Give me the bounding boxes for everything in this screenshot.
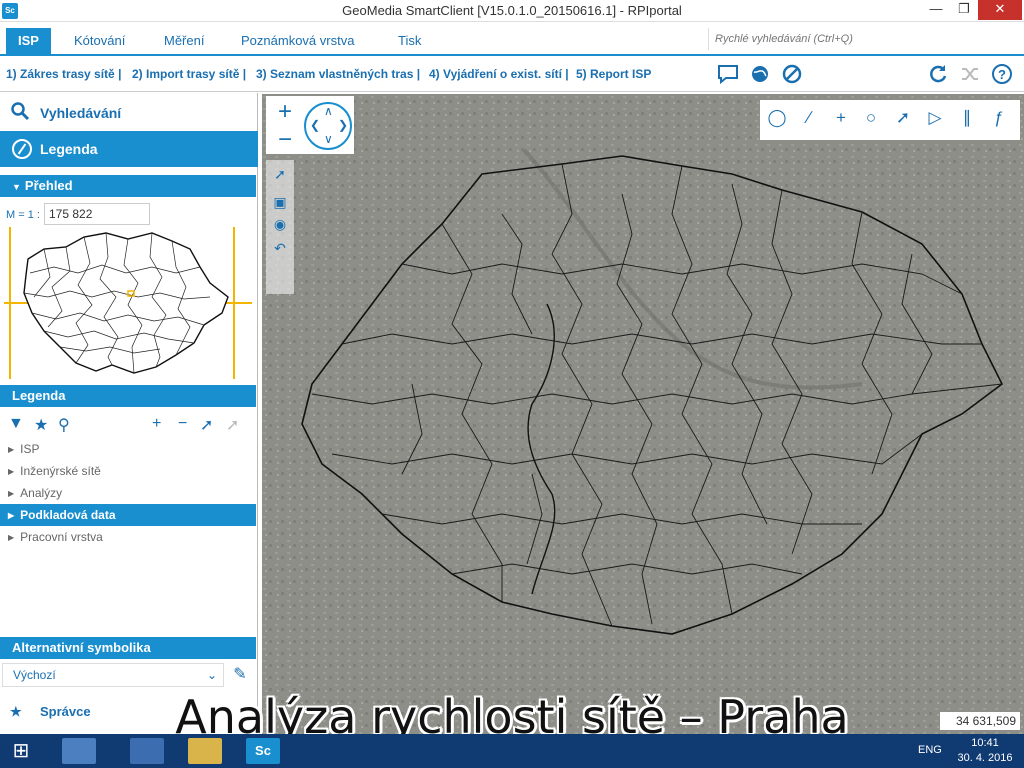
app-icon-2[interactable] — [130, 738, 164, 764]
select-visible-icon[interactable]: ➚ — [200, 415, 213, 435]
star-icon[interactable]: ★ — [34, 415, 48, 435]
cancel-icon[interactable] — [780, 62, 804, 86]
zoom-in-button[interactable]: + — [272, 100, 298, 126]
chevron-left-icon[interactable]: ❮ — [310, 118, 320, 132]
eye-icon[interactable]: ◉ — [270, 216, 290, 236]
legend-header-label: Legenda — [40, 141, 98, 157]
folder-icon[interactable] — [188, 738, 222, 764]
sidebar: Vyhledávání Legenda ▼ Přehled M = 1 : 17… — [0, 93, 258, 733]
filter-icon[interactable]: ▼ — [8, 415, 24, 433]
overview-label: Přehled — [24, 178, 73, 193]
link-seznam-tras[interactable]: 3) Seznam vlastněných tras | — [256, 67, 420, 81]
link-zakres-trasy[interactable]: 1) Zákres trasy sítě | — [6, 67, 121, 81]
pencil-icon[interactable]: ✎ — [228, 663, 252, 687]
chevron-up-icon[interactable]: ∧ — [324, 104, 333, 118]
deselect-icon: ➚ — [226, 417, 240, 434]
select-arrow-icon[interactable]: ➚ — [270, 166, 290, 186]
search-panel-label: Vyhledávání — [40, 105, 122, 121]
alt-symbology-header: Alternativní symbolika — [0, 637, 256, 659]
map-boundaries — [262, 94, 1024, 734]
maximize-button[interactable]: ❐ — [950, 0, 978, 20]
chevron-down-icon[interactable]: ∨ — [324, 132, 333, 146]
globe-icon[interactable] — [748, 62, 772, 86]
legend-item-analyzy[interactable]: ▶ Analýzy — [0, 482, 256, 504]
taskbar: ⊞ Sc ENG 10:41 30. 4. 2016 — [0, 734, 1024, 768]
tab-kotovani[interactable]: Kótování — [74, 32, 125, 54]
scale-input[interactable] — [44, 203, 150, 225]
polygon-icon[interactable]: ▷ — [922, 108, 948, 132]
compass-icon — [12, 139, 32, 159]
overview-header[interactable]: ▼ Přehled — [0, 175, 256, 197]
toolbar: 1) Zákres trasy sítě | 2) Import trasy s… — [0, 56, 1024, 92]
link-import-trasy[interactable]: 2) Import trasy sítě | — [132, 67, 246, 81]
polyline-icon[interactable]: ➚ — [890, 108, 916, 132]
legend-item-pracovni-vrstva[interactable]: ▶ Pracovní vrstva — [0, 526, 256, 548]
legend-item-inzenyrske-site[interactable]: ▶ Inženýrské sítě — [0, 460, 256, 482]
legend-toolbar: ▼ ★ ⚲ + − ➚ ➚ — [0, 413, 256, 439]
legend-panel-header[interactable]: Legenda — [0, 131, 258, 167]
close-button[interactable]: ✕ — [978, 0, 1022, 20]
search-icon[interactable]: ⚲ — [58, 415, 70, 435]
cut-icon[interactable]: ƒ — [986, 108, 1012, 132]
circle-icon[interactable]: ○ — [858, 108, 884, 132]
shuffle-icon — [958, 62, 982, 86]
expand-arrow-icon: ▶ — [8, 532, 15, 542]
measure-icon[interactable]: ∥ — [954, 108, 980, 132]
tab-mereni[interactable]: Měření — [164, 32, 204, 54]
minimize-button[interactable]: — — [922, 0, 950, 20]
refresh-icon[interactable] — [926, 62, 950, 86]
select-box-icon[interactable]: ▣ — [270, 194, 290, 214]
tab-isp[interactable]: ISP — [6, 28, 51, 56]
overview-map[interactable] — [4, 227, 252, 379]
map-selection-tools: ➚ ▣ ◉ ↶ ✕ — [266, 160, 294, 294]
comment-icon[interactable] — [716, 62, 740, 86]
scale-label: M = 1 : — [6, 209, 40, 221]
link-report-isp[interactable]: 5) Report ISP — [576, 67, 651, 81]
plus-icon[interactable]: + — [152, 415, 161, 433]
quick-search-input[interactable] — [708, 28, 1018, 50]
point-icon[interactable]: + — [828, 108, 854, 132]
hide-icon[interactable]: ◯ — [764, 108, 790, 132]
search-icon — [10, 101, 30, 126]
tab-tisk[interactable]: Tisk — [398, 32, 421, 54]
search-panel-header[interactable]: Vyhledávání — [0, 95, 258, 131]
language-indicator[interactable]: ENG — [918, 744, 942, 756]
alt-symbology-value: Výchozí — [13, 668, 56, 682]
line-icon[interactable]: ∕ — [796, 108, 822, 132]
tab-poznamkova-vrstva[interactable]: Poznámková vrstva — [241, 32, 354, 54]
legend-item-podkladova-data[interactable]: ▶ Podkladová data — [0, 504, 256, 526]
pan-control[interactable]: ∧ ∨ ❮ ❯ — [304, 102, 352, 150]
title-bar: Sc GeoMedia SmartClient [V15.0.1.0_20150… — [0, 0, 1024, 22]
clock-date: 30. 4. 2016 — [957, 752, 1013, 764]
clock-time: 10:41 — [971, 737, 999, 749]
help-icon[interactable]: ? — [990, 62, 1014, 86]
zoom-out-button[interactable]: − — [272, 128, 298, 154]
minus-icon[interactable]: − — [178, 415, 187, 433]
legend-item-isp[interactable]: ▶ ISP — [0, 438, 256, 460]
chevron-down-icon: ⌄ — [206, 668, 217, 682]
chevron-right-icon[interactable]: ❯ — [338, 118, 348, 132]
collapse-arrow-icon: ▼ — [12, 182, 21, 192]
drawing-toolbar: ◯ ∕ + ○ ➚ ▷ ∥ ƒ — [760, 100, 1020, 140]
link-vyjadreni[interactable]: 4) Vyjádření o exist. sítí | — [429, 67, 569, 81]
expand-arrow-icon: ▶ — [8, 510, 15, 520]
smartclient-taskbar-icon[interactable]: Sc — [246, 738, 280, 764]
legend-panel-title: Legenda — [0, 385, 256, 407]
back-arrow-icon[interactable]: ↶ — [270, 240, 290, 260]
map-navigation: + − ∧ ∨ ❮ ❯ — [266, 96, 354, 154]
expand-arrow-icon: ▶ — [8, 488, 15, 498]
alt-symbology-select[interactable]: Výchozí ⌄ — [2, 663, 224, 687]
clock[interactable]: 10:41 30. 4. 2016 — [950, 736, 1020, 766]
window-title: GeoMedia SmartClient [V15.0.1.0_20150616… — [342, 3, 682, 18]
clear-selection-icon: ✕ — [274, 264, 286, 280]
expand-arrow-icon: ▶ — [8, 444, 15, 454]
explorer-icon[interactable] — [62, 738, 96, 764]
svg-text:?: ? — [998, 67, 1006, 82]
windows-start-icon[interactable]: ⊞ — [4, 738, 38, 764]
ribbon-tabs: ISP Kótování Měření Poznámková vrstva Ti… — [0, 22, 1024, 56]
map-canvas[interactable]: + − ∧ ∨ ❮ ❯ ➚ ▣ ◉ ↶ ✕ ◯ ∕ + ○ ➚ ▷ ∥ ƒ 34… — [262, 94, 1024, 734]
expand-arrow-icon: ▶ — [8, 466, 15, 476]
